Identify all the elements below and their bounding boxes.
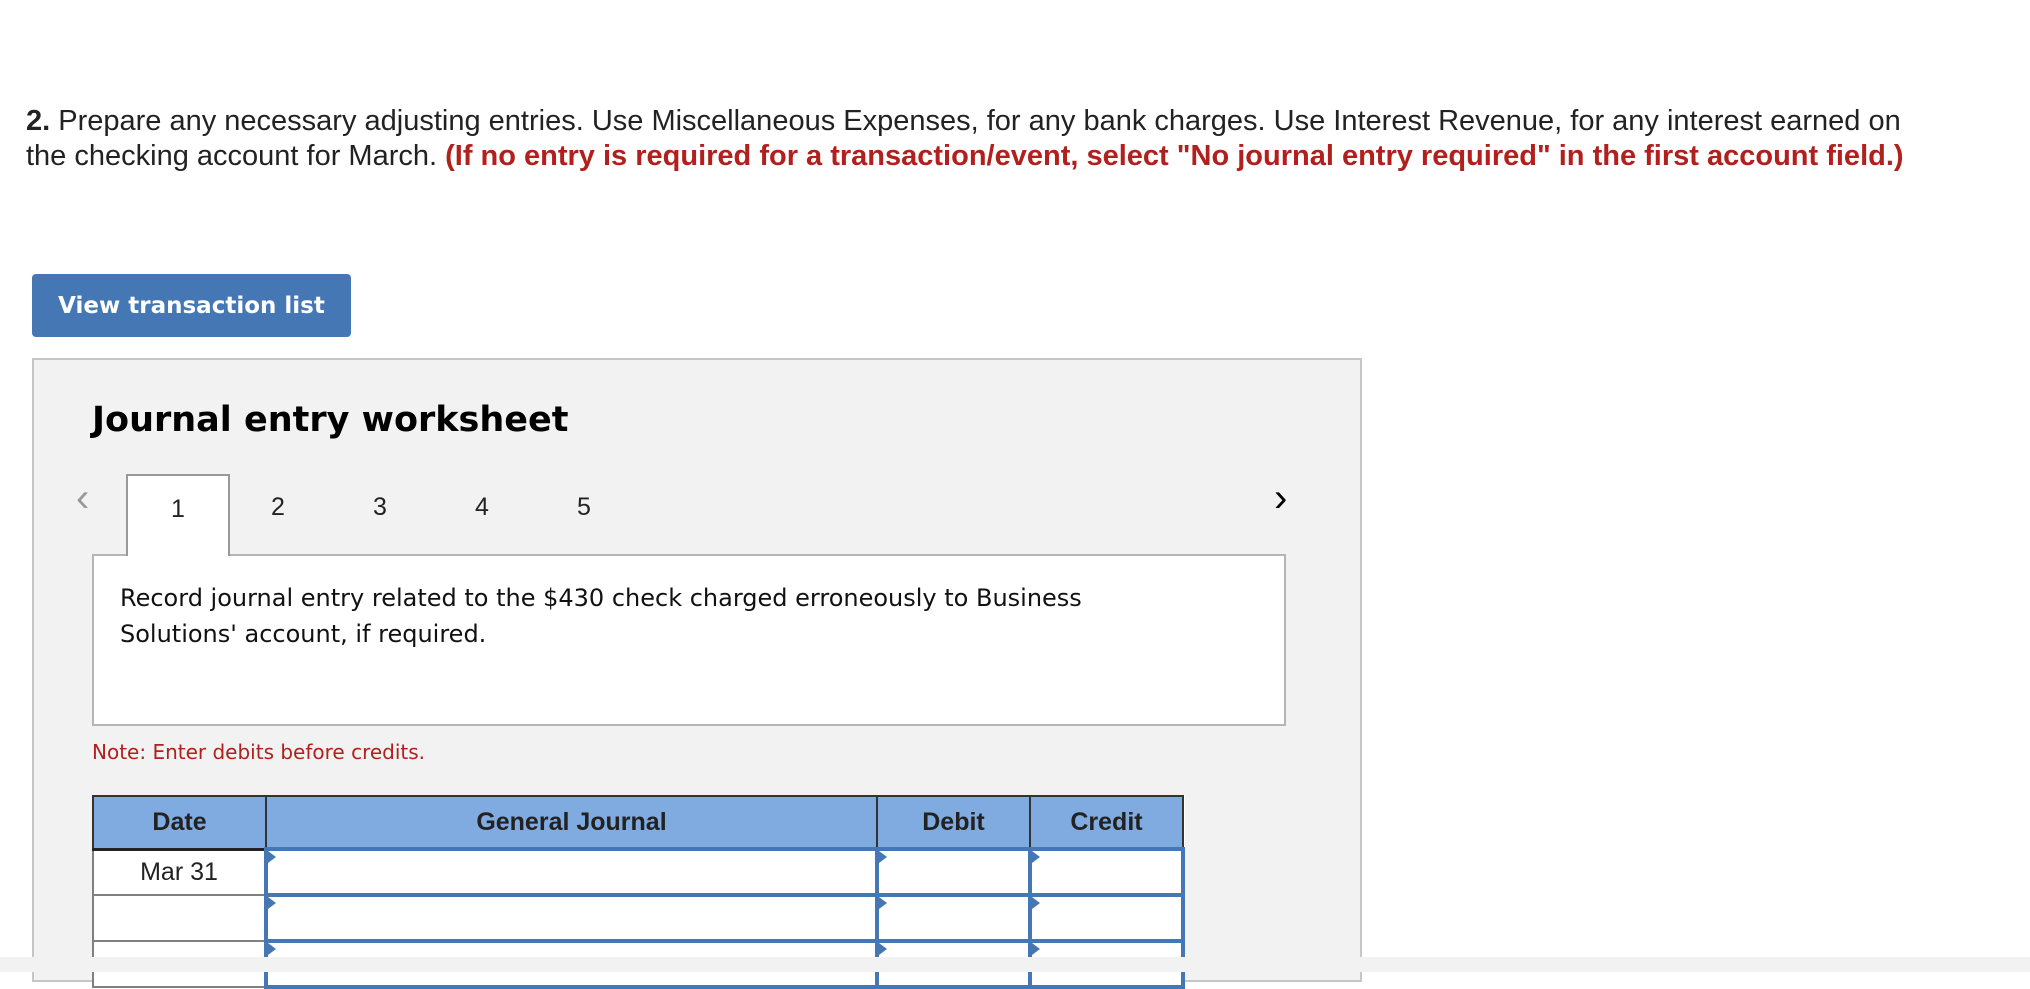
entry-description-box: Record journal entry related to the $430…	[92, 554, 1286, 726]
credit-input[interactable]	[1028, 847, 1185, 897]
debit-input[interactable]	[875, 893, 1032, 943]
header-credit: Credit	[1029, 795, 1184, 851]
question-instruction: (If no entry is required for a transacti…	[445, 140, 1904, 172]
worksheet-title: Journal entry worksheet	[92, 400, 569, 440]
credit-input[interactable]	[1028, 893, 1185, 943]
tab-1[interactable]: 1	[126, 474, 230, 556]
note-text: Note: Enter debits before credits.	[92, 740, 426, 764]
tab-2[interactable]: 2	[228, 474, 328, 554]
date-cell: Mar 31	[92, 848, 267, 896]
account-input[interactable]	[264, 847, 879, 897]
date-cell	[92, 894, 267, 942]
chevron-left-icon[interactable]: ‹	[76, 478, 89, 518]
entry-description: Record journal entry related to the $430…	[120, 584, 1082, 648]
table-row: Mar 31	[92, 847, 1185, 897]
header-debit: Debit	[876, 795, 1031, 851]
page-bottom-edge	[0, 957, 2030, 972]
table-header: Date General Journal Debit Credit	[92, 795, 1184, 851]
chevron-right-icon[interactable]: ›	[1274, 478, 1287, 518]
question-number: 2.	[26, 105, 51, 137]
header-general-journal: General Journal	[265, 795, 878, 851]
account-input[interactable]	[264, 893, 879, 943]
table-row	[92, 893, 1185, 943]
tab-5[interactable]: 5	[534, 474, 634, 554]
debit-input[interactable]	[875, 847, 1032, 897]
header-date: Date	[92, 795, 267, 851]
tab-4[interactable]: 4	[432, 474, 532, 554]
journal-entry-worksheet: Journal entry worksheet ‹ › 1 2 3 4 5 Re…	[32, 358, 1362, 989]
question-text: 2. Prepare any necessary adjusting entri…	[26, 104, 1926, 174]
tab-3[interactable]: 3	[330, 474, 430, 554]
view-transaction-list-button[interactable]: View transaction list	[32, 274, 351, 337]
